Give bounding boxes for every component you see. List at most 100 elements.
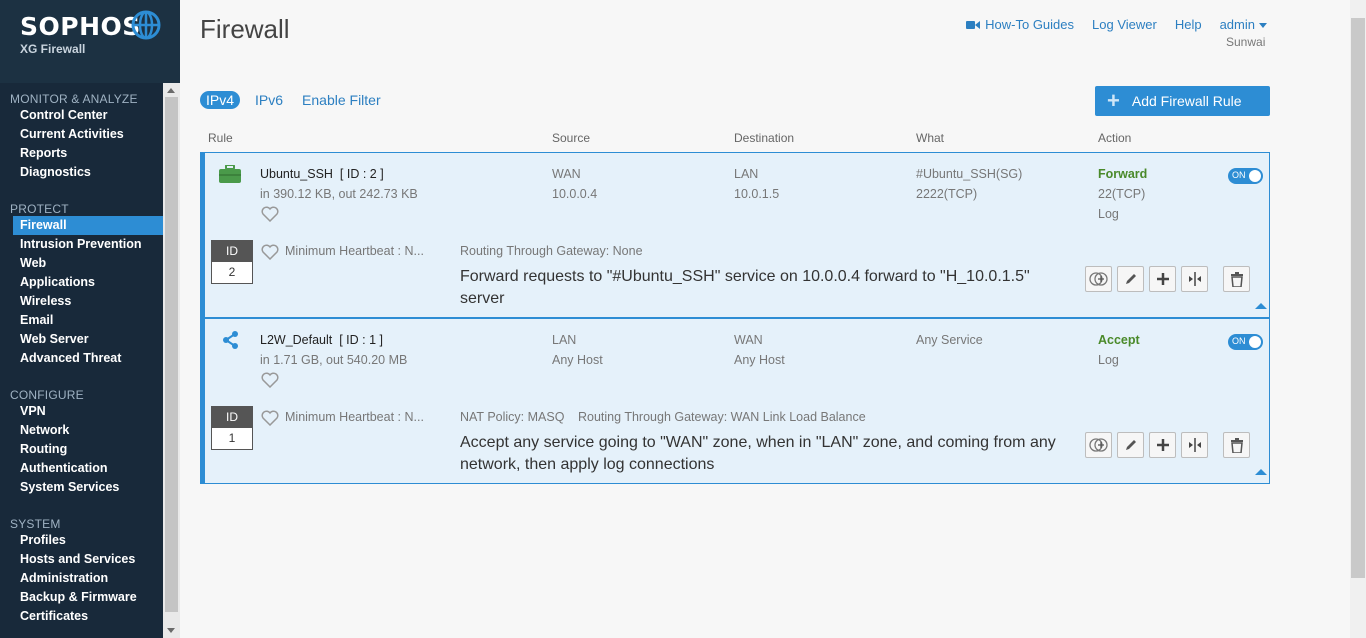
heartbeat-icon: [261, 244, 279, 260]
toggle-label: ON: [1232, 336, 1246, 346]
sidebar-item-reports[interactable]: Reports: [13, 144, 163, 163]
toggle-knob: [1249, 170, 1261, 182]
move-rule-button[interactable]: [1181, 432, 1208, 458]
howto-guides-link[interactable]: How-To Guides: [966, 17, 1074, 32]
delete-button[interactable]: [1223, 266, 1250, 292]
sidebar-item-firewall[interactable]: Firewall: [13, 216, 163, 235]
add-group-icon: [1088, 272, 1108, 286]
heart-icon[interactable]: [261, 206, 279, 222]
sidebar-item-authentication[interactable]: Authentication: [13, 459, 163, 478]
tab-ipv6[interactable]: IPv6: [255, 92, 283, 108]
rule-description: Forward requests to "#Ubuntu_SSH" servic…: [460, 268, 1030, 307]
rule-id-box: ID 1: [211, 406, 253, 450]
add-rule-below-button[interactable]: [1149, 432, 1176, 458]
rule-source-zone: WAN: [552, 167, 581, 181]
sidebar-item-hosts-and-services[interactable]: Hosts and Services: [13, 550, 163, 569]
add-to-group-button[interactable]: [1085, 432, 1112, 458]
table-row[interactable]: L2W_Default [ ID : 1 ] in 1.71 GB, out 5…: [200, 318, 1270, 484]
heart-icon[interactable]: [261, 372, 279, 388]
collapse-arrow-icon[interactable]: [1255, 469, 1267, 475]
collapse-arrow-icon[interactable]: [1255, 303, 1267, 309]
page-scrollbar[interactable]: [1350, 0, 1366, 638]
rule-what-port: 2222(TCP): [916, 187, 978, 201]
col-header-action: Action: [1098, 131, 1132, 145]
nav-section-configure: CONFIGURE: [10, 388, 84, 402]
rule-source-net: 10.0.0.4: [552, 187, 598, 201]
delete-button[interactable]: [1223, 432, 1250, 458]
tab-ipv4[interactable]: IPv4: [200, 91, 241, 109]
product-name: XG Firewall: [20, 42, 86, 56]
sidebar-item-web[interactable]: Web: [13, 254, 163, 273]
sidebar-item-applications[interactable]: Applications: [13, 273, 163, 292]
rule-name-group: Ubuntu_SSH [ ID : 2 ]: [260, 167, 384, 181]
add-rule-below-button[interactable]: [1149, 266, 1176, 292]
sidebar-scroll-thumb[interactable]: [165, 97, 178, 612]
sidebar-item-vpn[interactable]: VPN: [13, 402, 163, 421]
user-menu[interactable]: admin: [1220, 17, 1267, 32]
rule-routing-gateway: Routing Through Gateway: WAN Link Load B…: [578, 410, 866, 424]
move-rule-button[interactable]: [1181, 266, 1208, 292]
sidebar-item-web-server[interactable]: Web Server: [13, 330, 163, 349]
user-name: admin: [1219, 17, 1255, 32]
edit-button[interactable]: [1117, 432, 1144, 458]
trash-icon: [1230, 271, 1243, 287]
scroll-up-arrow-icon[interactable]: [167, 88, 175, 93]
rule-id-tag: [ ID : 2 ]: [339, 167, 384, 181]
sidebar-scrollbar[interactable]: [163, 83, 180, 638]
rule-what: Any Service: [916, 333, 983, 347]
sidebar-item-routing[interactable]: Routing: [13, 440, 163, 459]
brand-header: SOPHOS XG Firewall: [0, 0, 180, 83]
sidebar-item-profiles[interactable]: Profiles: [13, 531, 163, 550]
rule-id-tag: [ ID : 1 ]: [339, 333, 383, 347]
rule-id-box: ID 2: [211, 240, 253, 284]
sidebar-item-wireless[interactable]: Wireless: [13, 292, 163, 311]
rule-dest-zone: WAN: [734, 333, 763, 347]
pencil-icon: [1125, 440, 1136, 450]
edit-button[interactable]: [1117, 266, 1144, 292]
col-header-destination: Destination: [734, 131, 795, 145]
howto-guides-label: How-To Guides: [985, 17, 1075, 32]
rule-heartbeat: Minimum Heartbeat : N...: [285, 244, 424, 258]
rule-enable-toggle[interactable]: ON: [1228, 168, 1263, 184]
sidebar-item-advanced-threat[interactable]: Advanced Threat: [13, 349, 163, 368]
sidebar-item-diagnostics[interactable]: Diagnostics: [13, 163, 163, 182]
enable-filter-link[interactable]: Enable Filter: [302, 92, 381, 108]
table-row[interactable]: Ubuntu_SSH [ ID : 2 ] in 390.12 KB, out …: [200, 152, 1270, 318]
rule-action-port: 22(TCP): [1098, 187, 1146, 201]
sidebar-item-backup-firmware[interactable]: Backup & Firmware: [13, 588, 163, 607]
page-scroll-thumb[interactable]: [1351, 18, 1365, 578]
sidebar-item-network[interactable]: Network: [13, 421, 163, 440]
scroll-down-arrow-icon[interactable]: [167, 628, 175, 633]
rule-source-net: Any Host: [552, 353, 603, 367]
sidebar-item-intrusion-prevention[interactable]: Intrusion Prevention: [13, 235, 163, 254]
plus-icon: +: [1107, 88, 1120, 113]
rule-enable-toggle[interactable]: ON: [1228, 334, 1263, 350]
rule-name[interactable]: Ubuntu_SSH: [260, 167, 333, 181]
rule-id-number: 1: [228, 431, 236, 445]
sidebar-item-administration[interactable]: Administration: [13, 569, 163, 588]
sidebar-item-control-center[interactable]: Control Center: [13, 106, 163, 125]
main-content: Firewall How-To Guides Log Viewer Help a…: [180, 0, 1350, 638]
nav-list: MONITOR & ANALYZE Control Center Current…: [0, 83, 163, 638]
rule-action-log: Log: [1098, 207, 1119, 221]
rule-dest-net: 10.0.1.5: [734, 187, 780, 201]
rule-id-label: ID: [212, 407, 252, 428]
help-link[interactable]: Help: [1175, 17, 1202, 32]
rule-source-zone: LAN: [552, 333, 577, 347]
video-camera-icon: [966, 20, 981, 29]
plus-icon: [1156, 273, 1169, 285]
sidebar-item-certificates[interactable]: Certificates: [13, 607, 163, 626]
log-viewer-link[interactable]: Log Viewer: [1092, 17, 1157, 32]
rule-name[interactable]: L2W_Default: [260, 333, 332, 347]
pencil-icon: [1125, 274, 1136, 284]
add-group-icon: [1088, 438, 1108, 452]
nav-section-protect: PROTECT: [10, 202, 69, 216]
add-to-group-button[interactable]: [1085, 266, 1112, 292]
sidebar-item-system-services[interactable]: System Services: [13, 478, 163, 497]
column-headers: Rule Source Destination What Action: [200, 130, 1270, 148]
add-firewall-rule-button[interactable]: + Add Firewall Rule: [1095, 86, 1270, 116]
sidebar-item-email[interactable]: Email: [13, 311, 163, 330]
col-header-source: Source: [552, 131, 591, 145]
toggle-knob: [1249, 336, 1261, 348]
sidebar-item-current-activities[interactable]: Current Activities: [13, 125, 163, 144]
